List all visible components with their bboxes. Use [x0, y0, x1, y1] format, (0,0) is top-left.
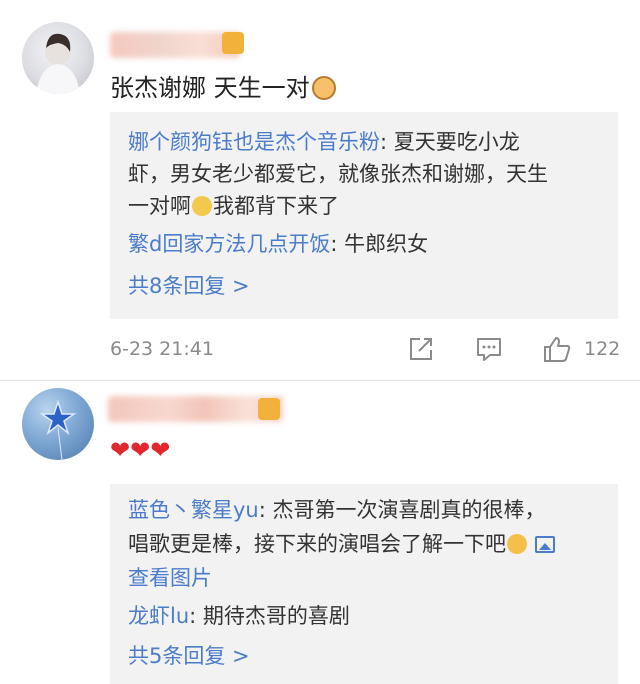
reply-author-link[interactable]: 龙虾lu	[128, 604, 189, 628]
reply-author-link[interactable]: 繁d回家方法几点开饭	[128, 232, 330, 256]
more-replies-link[interactable]: 共5条回复 >	[128, 644, 250, 668]
view-picture-row: 查看图片	[128, 562, 604, 594]
reply-preview-box[interactable]: 娜个颜狗钰也是杰个音乐粉: 夏天要吃小龙 虾，男女老少都爱它，就像张杰和谢娜，天…	[110, 112, 618, 319]
comment-divider	[0, 380, 640, 381]
reply-text: : 期待杰哥的喜剧	[189, 604, 350, 628]
like-thumb-icon[interactable]	[542, 334, 572, 364]
reply-text-line: 一对啊 我都背下来了	[128, 190, 604, 222]
reply-text: : 牛郎织女	[330, 232, 429, 256]
reply-item: 蓝色丶繁星yu: 杰哥第一次演喜剧真的很棒，	[128, 494, 604, 526]
reply-item: 繁d回家方法几点开饭: 牛郎织女	[128, 228, 604, 260]
comment-text-content: 张杰谢娜 天生一对	[110, 74, 310, 102]
reply-author-link[interactable]: 蓝色丶繁星yu	[128, 498, 259, 522]
more-replies-row: 共5条回复 >	[128, 640, 604, 672]
reply-preview-box[interactable]: 蓝色丶繁星yu: 杰哥第一次演喜剧真的很棒， 唱歌更是棒，接下来的演唱会了解一下…	[110, 484, 618, 684]
like-count: 122	[584, 338, 621, 360]
reply-text: : 杰哥第一次演喜剧真的很棒，	[258, 498, 546, 522]
avatar-image	[36, 33, 80, 94]
more-replies-link[interactable]: 共8条回复 >	[128, 274, 250, 298]
comment-text: ❤❤❤	[110, 436, 170, 464]
username-blurred[interactable]	[108, 396, 283, 422]
reply-text: 我都背下来了	[213, 194, 339, 218]
picture-icon[interactable]	[535, 536, 555, 553]
comment-date: 6-23 21:41	[110, 338, 214, 360]
reply-author-link[interactable]: 娜个颜狗钰也是杰个音乐粉	[128, 130, 380, 154]
more-replies-row: 共8条回复 >	[128, 270, 604, 302]
view-picture-link[interactable]: 查看图片	[128, 566, 212, 590]
avatar[interactable]	[22, 22, 94, 94]
share-icon[interactable]	[406, 334, 436, 364]
shocked-face-emoji-icon	[507, 534, 527, 554]
reply-text: 一对啊	[128, 194, 191, 218]
comment-text: 张杰谢娜 天生一对	[110, 68, 336, 103]
comment-text-content: ❤❤❤	[110, 436, 171, 464]
reply-text: : 夏天要吃小龙	[380, 130, 520, 154]
reply-item: 娜个颜狗钰也是杰个音乐粉: 夏天要吃小龙	[128, 126, 604, 158]
reply-text: 唱歌更是棒，接下来的演唱会了解一下吧	[128, 532, 506, 556]
username-blurred[interactable]	[110, 32, 240, 58]
member-badge-icon	[222, 32, 244, 54]
reply-item: 龙虾lu: 期待杰哥的喜剧	[128, 600, 604, 632]
reply-text-line: 唱歌更是棒，接下来的演唱会了解一下吧	[128, 528, 604, 560]
reply-text-line: 虾，男女老少都爱它，就像张杰和谢娜，天生	[128, 162, 548, 186]
avatar-image	[39, 399, 77, 460]
dog-face-emoji-icon	[192, 196, 212, 216]
comment-icon[interactable]	[474, 334, 504, 364]
member-badge-icon	[258, 398, 280, 420]
cat-face-emoji-icon	[311, 76, 336, 100]
avatar[interactable]	[22, 388, 94, 460]
